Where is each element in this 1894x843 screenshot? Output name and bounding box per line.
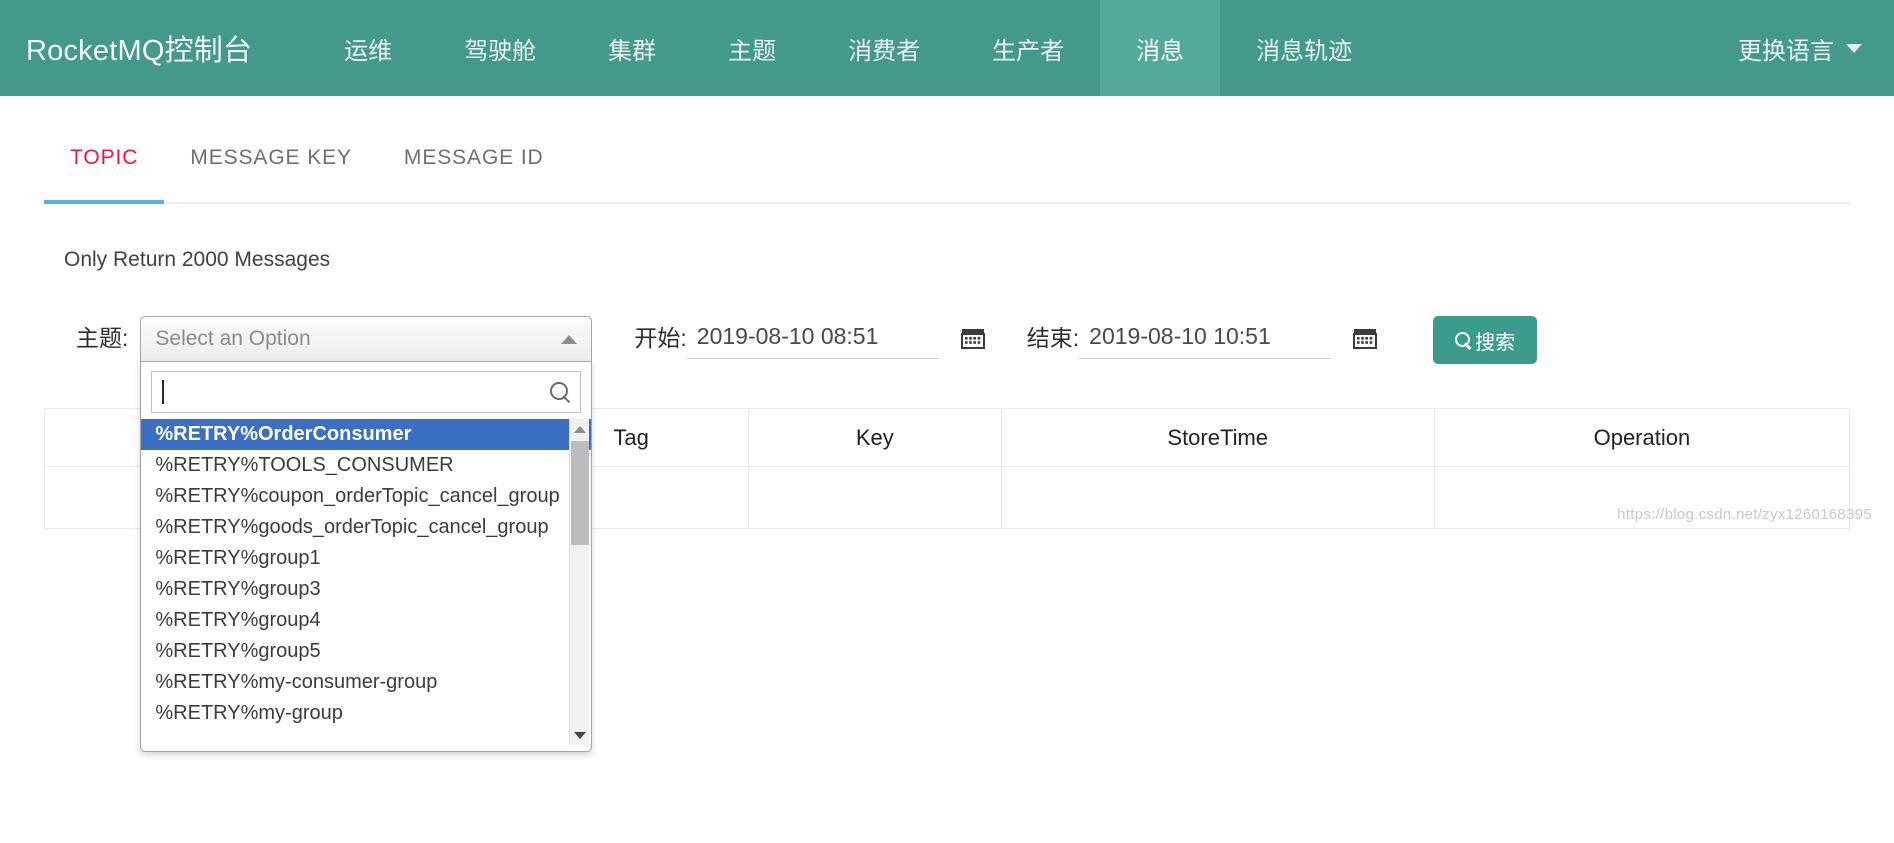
dropdown-option[interactable]: %RETRY%goods_orderTopic_cancel_group [141, 512, 591, 543]
page-content: TOPIC MESSAGE KEY MESSAGE ID Only Return… [0, 142, 1894, 752]
search-mode-tabs: TOPIC MESSAGE KEY MESSAGE ID [44, 142, 1850, 204]
calendar-icon[interactable] [960, 326, 985, 350]
dropdown-option[interactable]: %RETRY%my-group [141, 698, 591, 729]
topic-select[interactable]: Select an Option [140, 316, 593, 362]
chevron-down-icon [1846, 43, 1862, 53]
nav-item-producer[interactable]: 生产者 [956, 0, 1100, 96]
begin-date-input[interactable] [686, 316, 939, 359]
nav-item-consumer[interactable]: 消费者 [812, 0, 956, 96]
topic-label: 主题: [76, 325, 129, 351]
search-button[interactable]: 搜索 [1433, 316, 1538, 364]
watermark-text: https://blog.csdn.net/zyx1260168395 [1617, 506, 1872, 523]
app-brand[interactable]: RocketMQ控制台 [0, 0, 278, 96]
nav-item-message[interactable]: 消息 [1100, 0, 1221, 96]
nav-item-topic[interactable]: 主题 [692, 0, 812, 96]
search-button-label: 搜索 [1475, 331, 1516, 354]
end-date-label: 结束: [1026, 325, 1080, 351]
scroll-up-icon[interactable] [570, 419, 590, 439]
nav-item-dashboard[interactable]: 驾驶舱 [428, 0, 572, 96]
dropdown-scrollbar[interactable] [569, 419, 590, 745]
column-header-operation[interactable]: Operation [1433, 408, 1851, 467]
search-icon [550, 382, 570, 402]
end-date-input[interactable] [1079, 316, 1332, 359]
topic-select-placeholder: Select an Option [155, 327, 311, 350]
tab-message-key[interactable]: MESSAGE KEY [164, 142, 378, 202]
tab-topic[interactable]: TOPIC [44, 142, 165, 204]
dropdown-option[interactable]: %RETRY%group3 [141, 574, 591, 605]
dropdown-option[interactable]: %RETRY%my-consumer-group [141, 667, 591, 698]
column-header-storetime[interactable]: StoreTime [1000, 408, 1435, 467]
topic-select-wrapper: Select an Option %RETRY%OrderConsumer %R… [140, 316, 593, 752]
calendar-icon[interactable] [1353, 326, 1378, 350]
filter-row: 主题: Select an Option %RETRY%OrderConsume… [44, 316, 1850, 752]
scrollbar-thumb[interactable] [571, 441, 590, 545]
chevron-up-icon [561, 334, 578, 344]
language-switch-button[interactable]: 更换语言 [1738, 0, 1894, 96]
dropdown-search-input[interactable] [164, 379, 551, 405]
dropdown-option[interactable]: %RETRY%OrderConsumer [141, 419, 592, 450]
begin-date-group: 开始: [634, 316, 985, 360]
dropdown-option[interactable]: %RETRY%TOOLS_CONSUMER [141, 450, 591, 481]
top-navbar: RocketMQ控制台 运维 驾驶舱 集群 主题 消费者 生产者 消息 消息轨迹… [0, 0, 1894, 96]
language-switch-label: 更换语言 [1738, 37, 1834, 65]
nav-item-cluster[interactable]: 集群 [572, 0, 692, 96]
table-cell [1000, 466, 1435, 529]
dropdown-option[interactable]: %RETRY%group5 [141, 636, 591, 667]
dropdown-option[interactable]: %RETRY%coupon_orderTopic_cancel_group [141, 481, 591, 512]
only-return-notice: Only Return 2000 Messages [64, 248, 331, 271]
topic-dropdown-panel: %RETRY%OrderConsumer %RETRY%TOOLS_CONSUM… [140, 361, 593, 752]
nav-item-ops[interactable]: 运维 [308, 0, 428, 96]
dropdown-option[interactable]: %RETRY%group4 [141, 605, 591, 636]
begin-date-label: 开始: [634, 325, 687, 351]
dropdown-search-box[interactable] [151, 371, 582, 413]
nav-item-message-trace[interactable]: 消息轨迹 [1220, 0, 1388, 96]
column-header-key[interactable]: Key [747, 408, 1002, 467]
table-cell [747, 466, 1002, 529]
nav-links: 运维 驾驶舱 集群 主题 消费者 生产者 消息 消息轨迹 [308, 0, 1388, 96]
scroll-down-icon[interactable] [570, 725, 590, 745]
end-date-group: 结束: [1026, 316, 1378, 360]
tab-message-id[interactable]: MESSAGE ID [378, 142, 570, 202]
dropdown-option-list[interactable]: %RETRY%OrderConsumer %RETRY%TOOLS_CONSUM… [141, 419, 592, 745]
search-icon [1455, 331, 1472, 349]
dropdown-option[interactable]: %RETRY%group1 [141, 543, 591, 574]
